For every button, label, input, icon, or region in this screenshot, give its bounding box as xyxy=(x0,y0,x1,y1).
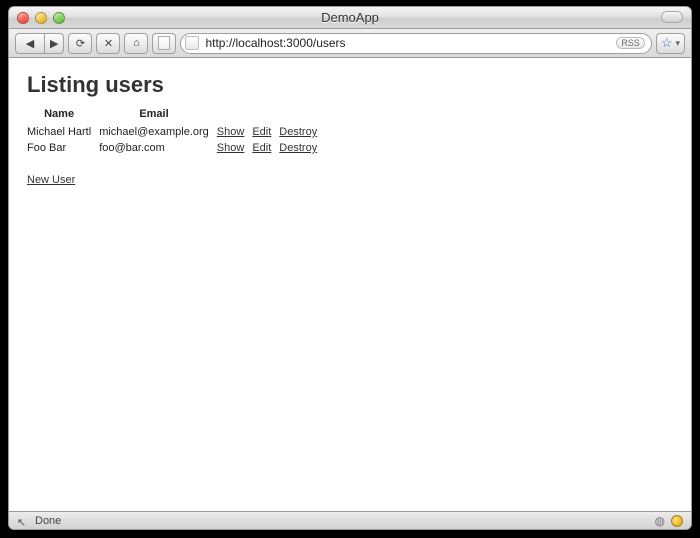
status-text: Done xyxy=(35,515,61,527)
home-button[interactable]: ⌂ xyxy=(124,33,148,54)
edit-link[interactable]: Edit xyxy=(252,142,271,154)
col-email: Email xyxy=(99,106,217,124)
star-icon: ☆ xyxy=(661,35,673,51)
destroy-link[interactable]: Destroy xyxy=(279,126,317,138)
chevron-down-icon: ▾ xyxy=(675,38,680,49)
reload-button[interactable]: ⟳ xyxy=(68,33,92,54)
user-email: foo@bar.com xyxy=(99,140,217,156)
table-row: Foo Bar foo@bar.com Show Edit Destroy xyxy=(27,140,325,156)
stop-icon: ✕ xyxy=(104,37,113,50)
minimize-window-button[interactable] xyxy=(35,12,47,24)
address-bar[interactable]: RSS xyxy=(180,33,651,54)
url-input[interactable] xyxy=(203,35,612,51)
back-forward-group: ◀ ▶ xyxy=(15,33,64,54)
page-button[interactable] xyxy=(152,33,176,54)
cursor-icon: ↖ xyxy=(17,516,27,526)
reload-icon: ⟳ xyxy=(76,37,85,50)
page-heading: Listing users xyxy=(27,72,673,98)
site-favicon-icon xyxy=(185,36,199,50)
page-content: Listing users Name Email Michael Hartl m… xyxy=(9,58,691,511)
globe-icon: ◍ xyxy=(655,514,665,528)
toolbar-pill-button[interactable] xyxy=(661,11,683,23)
window-controls xyxy=(9,12,65,24)
status-right: ◍ xyxy=(655,514,683,528)
user-email: michael@example.org xyxy=(99,124,217,140)
destroy-link[interactable]: Destroy xyxy=(279,142,317,154)
window-title: DemoApp xyxy=(9,10,691,25)
zoom-window-button[interactable] xyxy=(53,12,65,24)
table-row: Michael Hartl michael@example.org Show E… xyxy=(27,124,325,140)
stop-button[interactable]: ✕ xyxy=(96,33,120,54)
rss-icon[interactable]: RSS xyxy=(616,37,645,49)
back-button[interactable]: ◀ xyxy=(15,33,45,54)
bookmark-button[interactable]: ☆ ▾ xyxy=(656,33,685,54)
user-name: Michael Hartl xyxy=(27,124,99,140)
close-window-button[interactable] xyxy=(17,12,29,24)
browser-window: DemoApp ◀ ▶ ⟳ ✕ ⌂ RSS ☆ xyxy=(8,6,692,530)
back-arrow-icon: ◀ xyxy=(26,37,34,50)
edit-link[interactable]: Edit xyxy=(252,126,271,138)
show-link[interactable]: Show xyxy=(217,142,245,154)
user-name: Foo Bar xyxy=(27,140,99,156)
users-table: Name Email Michael Hartl michael@example… xyxy=(27,106,325,156)
status-bar: ↖ Done ◍ xyxy=(9,511,691,529)
titlebar: DemoApp xyxy=(9,7,691,29)
show-link[interactable]: Show xyxy=(217,126,245,138)
page-icon xyxy=(158,36,170,50)
table-header-row: Name Email xyxy=(27,106,325,124)
bug-icon[interactable] xyxy=(671,515,683,527)
forward-arrow-icon: ▶ xyxy=(50,37,58,50)
navigation-toolbar: ◀ ▶ ⟳ ✕ ⌂ RSS ☆ ▾ xyxy=(9,29,691,58)
col-name: Name xyxy=(27,106,99,124)
forward-button[interactable]: ▶ xyxy=(44,33,64,54)
home-icon: ⌂ xyxy=(133,37,140,49)
new-user-link[interactable]: New User xyxy=(27,174,75,186)
